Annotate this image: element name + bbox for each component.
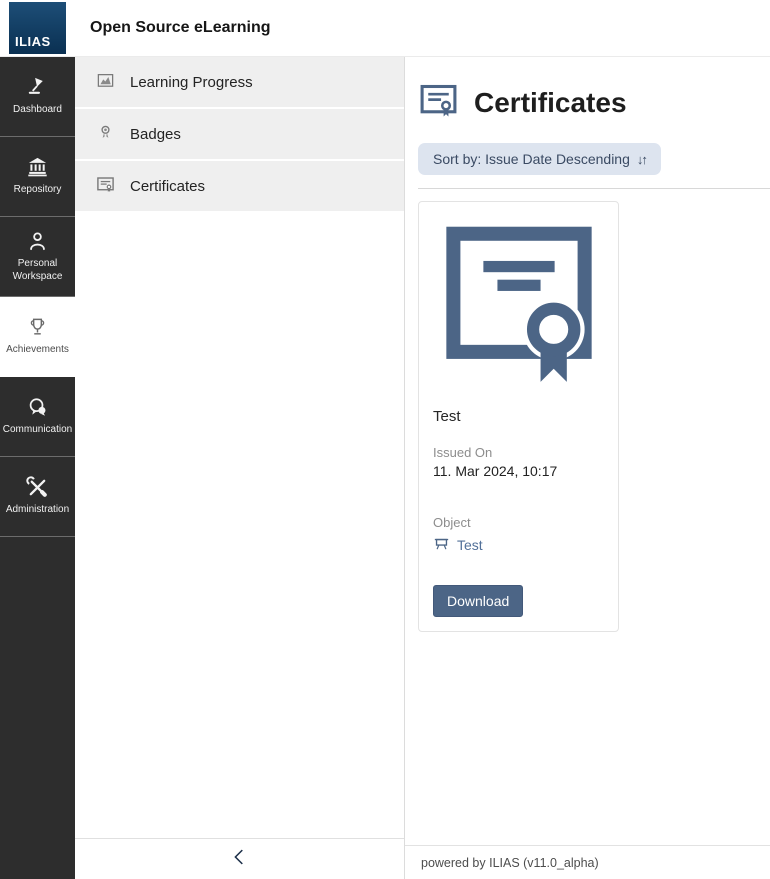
certificate-icon <box>418 80 459 126</box>
lamp-icon <box>26 76 49 99</box>
powered-by-text: powered by ILIAS (v11.0_alpha) <box>421 856 599 870</box>
download-button[interactable]: Download <box>433 585 523 617</box>
page-header-title: Open Source eLearning <box>90 0 270 56</box>
sidebar-item-dashboard[interactable]: Dashboard <box>0 57 75 137</box>
badge-icon <box>96 123 115 146</box>
sort-arrows-icon: ↓↑ <box>637 152 646 167</box>
issued-on-field: Issued On 11. Mar 2024, 10:17 <box>433 445 604 479</box>
collapse-subnav-button[interactable] <box>75 838 404 879</box>
subnav-item-label: Badges <box>130 126 181 143</box>
ilias-logo[interactable]: ILIAS <box>9 2 66 54</box>
object-link-label: Test <box>457 537 483 553</box>
subnav-item-learning-progress[interactable]: Learning Progress <box>75 57 404 107</box>
subnav-item-label: Certificates <box>130 178 205 195</box>
sidebar-item-label: Communication <box>3 424 72 437</box>
page-title: Certificates <box>474 87 627 119</box>
sidebar-item-administration[interactable]: Administration <box>0 457 75 537</box>
trophy-icon <box>26 316 49 339</box>
certificate-title: Test <box>433 408 604 425</box>
object-label: Object <box>433 515 604 530</box>
issued-on-value: 11. Mar 2024, 10:17 <box>433 463 604 479</box>
crossed-tools-icon <box>26 476 49 499</box>
ilias-logo-text: ILIAS <box>9 34 51 54</box>
subnav-item-certificates[interactable]: Certificates <box>75 161 404 211</box>
subnav-item-badges[interactable]: Badges <box>75 109 404 159</box>
main-sidebar: Dashboard Repository Personal Workspace <box>0 57 75 879</box>
object-link[interactable]: Test <box>433 535 604 555</box>
certificate-icon <box>96 175 115 198</box>
certificate-card: Test Issued On 11. Mar 2024, 10:17 Objec… <box>418 201 619 632</box>
sidebar-item-label: Achievements <box>6 344 69 357</box>
chevron-left-icon <box>229 846 251 873</box>
sidebar-item-achievements[interactable]: Achievements <box>0 297 75 377</box>
certificate-preview-image <box>433 224 604 386</box>
achievements-subnav: Learning Progress Badges Certificates <box>75 57 405 879</box>
chat-bubbles-icon <box>26 396 49 419</box>
issued-on-label: Issued On <box>433 445 604 460</box>
sidebar-item-personal-workspace[interactable]: Personal Workspace <box>0 217 75 297</box>
person-icon <box>26 230 49 253</box>
sidebar-item-repository[interactable]: Repository <box>0 137 75 217</box>
subnav-item-label: Learning Progress <box>130 74 253 91</box>
top-bar: ILIAS Open Source eLearning <box>0 0 770 57</box>
page-head: Certificates <box>418 80 770 126</box>
content-divider <box>418 188 770 189</box>
sort-button-label: Sort by: Issue Date Descending <box>433 151 630 167</box>
sidebar-item-communication[interactable]: Communication <box>0 377 75 457</box>
sort-by-button[interactable]: Sort by: Issue Date Descending ↓↑ <box>418 143 661 175</box>
sidebar-item-label: Administration <box>6 504 69 517</box>
bank-icon <box>26 156 49 179</box>
main-content: Certificates Sort by: Issue Date Descend… <box>405 57 770 845</box>
test-object-icon <box>433 535 450 555</box>
sidebar-item-label: Dashboard <box>13 104 62 117</box>
footer: powered by ILIAS (v11.0_alpha) <box>405 845 770 879</box>
object-field: Object Test <box>433 515 604 555</box>
chart-icon <box>96 71 115 94</box>
sidebar-item-label: Personal Workspace <box>1 258 75 283</box>
sidebar-item-label: Repository <box>14 184 62 197</box>
